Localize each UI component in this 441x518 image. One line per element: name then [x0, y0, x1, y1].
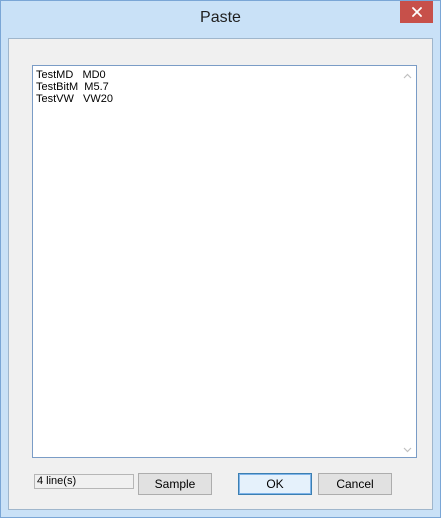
- close-icon: [411, 7, 422, 17]
- sample-button[interactable]: Sample: [138, 473, 212, 495]
- ok-button[interactable]: OK: [238, 473, 312, 495]
- scroll-down-button[interactable]: [399, 440, 416, 457]
- chevron-down-icon: [403, 440, 412, 458]
- paste-textarea[interactable]: TestMD MD0 TestBitM M5.7 TestVW VW20: [32, 65, 417, 458]
- cancel-button[interactable]: Cancel: [318, 473, 392, 495]
- window-title: Paste: [200, 9, 241, 26]
- title-bar[interactable]: Paste: [1, 1, 440, 38]
- text-line: TestVW VW20: [36, 93, 114, 105]
- dialog-client-area: TestMD MD0 TestBitM M5.7 TestVW VW20 4 l…: [8, 38, 433, 510]
- text-line: TestBitM M5.7: [36, 81, 109, 93]
- line-count-status: 4 line(s): [34, 474, 134, 489]
- chevron-up-icon: [403, 66, 412, 84]
- scroll-up-button[interactable]: [399, 66, 416, 83]
- button-bar: 4 line(s) Sample OK Cancel: [9, 469, 432, 499]
- vertical-scrollbar[interactable]: [399, 66, 416, 457]
- paste-text-content[interactable]: TestMD MD0 TestBitM M5.7 TestVW VW20: [36, 69, 398, 105]
- close-button[interactable]: [400, 1, 433, 23]
- paste-dialog: Paste TestMD MD0 TestBitM M5.7 TestVW VW…: [0, 0, 441, 518]
- text-line: TestMD MD0: [36, 69, 106, 81]
